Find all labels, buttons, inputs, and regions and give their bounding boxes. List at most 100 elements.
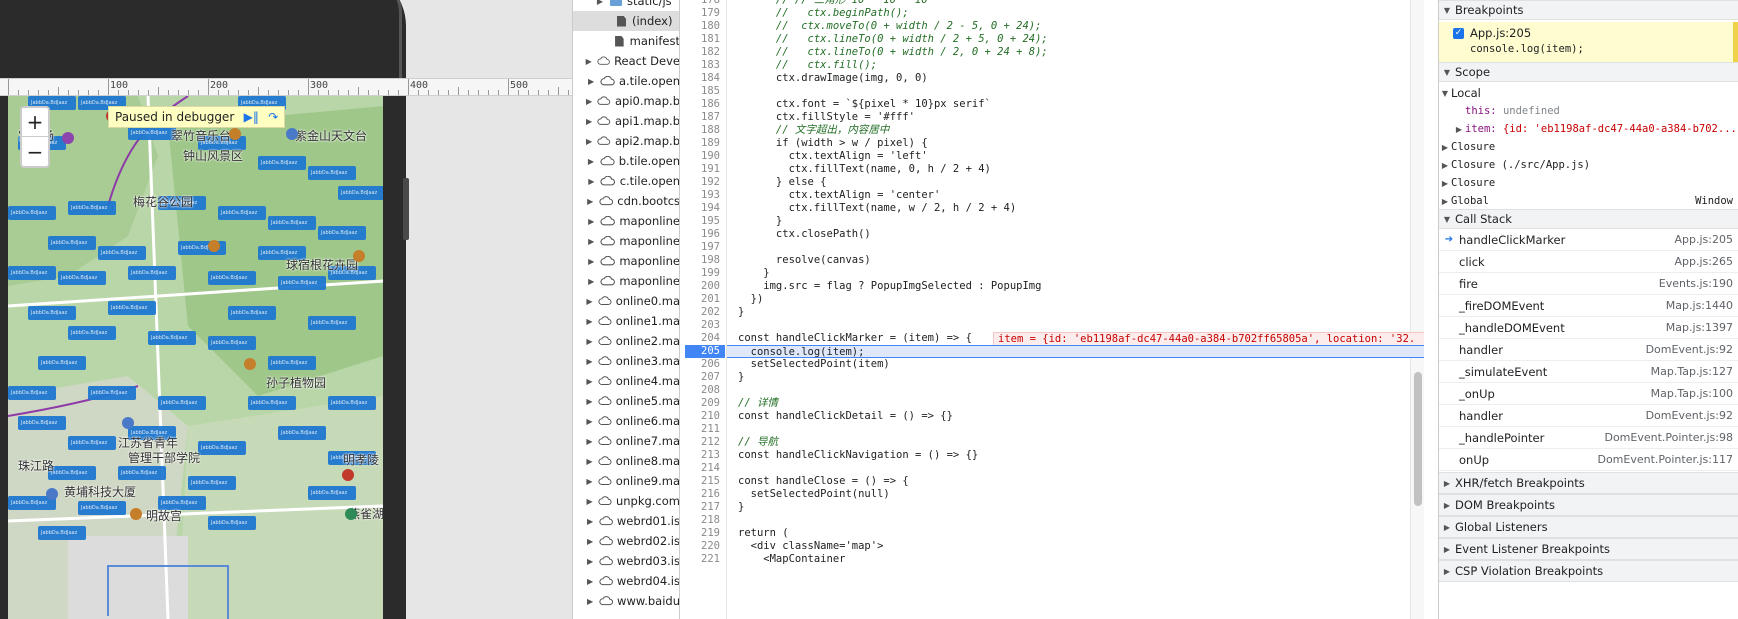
code-line[interactable]: <MapContainer — [738, 553, 845, 566]
file-tree-item[interactable]: ▶ api1.map.b — [573, 111, 679, 131]
code-line[interactable]: const handleClose = () => { — [738, 475, 909, 488]
scope-closure[interactable]: ▶ Closure — [1439, 138, 1738, 156]
code-line[interactable]: ctx.textAlign = 'center' — [738, 189, 941, 202]
frame-location[interactable]: Map.js:1397 — [1666, 321, 1738, 334]
file-tree-item[interactable]: ▶ c.tile.open — [573, 171, 679, 191]
map-marker[interactable]: JabbDa.BdJaaz — [48, 236, 96, 250]
code-line[interactable]: ctx.fillText(name, w / 2, h / 2 + 4) — [738, 202, 1017, 215]
map-marker[interactable]: JabbDa.BdJaaz — [28, 306, 76, 320]
file-tree-item[interactable]: ▶ a.tile.open — [573, 71, 679, 91]
file-tree-item[interactable]: ▶ online9.ma — [573, 471, 679, 491]
map-marker[interactable]: JabbDa.BdJaaz — [88, 386, 136, 400]
breakpoint-item[interactable]: ✓ App.js:205 console.log(item); — [1439, 22, 1738, 62]
breakpoints-section-header[interactable]: ▼ Breakpoints — [1439, 0, 1738, 20]
line-number[interactable]: 184 — [680, 72, 720, 85]
line-number[interactable]: 204 — [680, 332, 720, 345]
file-tree-item[interactable]: ▶ api0.map.b — [573, 91, 679, 111]
file-tree-item[interactable]: ▶ cdn.bootcs — [573, 191, 679, 211]
line-number[interactable]: 210 — [680, 410, 720, 423]
code-line[interactable]: ctx.font = `${pixel * 10}px serif` — [738, 98, 991, 111]
file-tree-item[interactable]: ▶ online6.ma — [573, 411, 679, 431]
frame-location[interactable]: Map.Tap.js:127 — [1651, 365, 1738, 378]
line-number[interactable]: 192 — [680, 176, 720, 189]
code-line[interactable]: } else { — [738, 176, 827, 189]
map-marker[interactable]: JabbDa.BdJaaz — [118, 466, 166, 480]
line-number[interactable]: 216 — [680, 488, 720, 501]
code-line[interactable]: ctx.fillText(name, 0, h / 2 + 4) — [738, 163, 991, 176]
file-tree-item[interactable]: ▶ online5.ma — [573, 391, 679, 411]
map-marker[interactable]: JabbDa.BdJaaz — [318, 226, 366, 240]
file-tree-item[interactable]: ▶ online0.ma — [573, 291, 679, 311]
frame-location[interactable]: App.js:205 — [1675, 233, 1738, 246]
call-stack-frame[interactable]: click App.js:265 — [1439, 251, 1738, 273]
call-stack-frame[interactable]: _fireDOMEvent Map.js:1440 — [1439, 295, 1738, 317]
file-tree-item[interactable]: ▶ online3.ma — [573, 351, 679, 371]
code-line[interactable]: } — [738, 306, 744, 319]
code-line[interactable]: ctx.closePath() — [738, 228, 871, 241]
collapsed-section-header[interactable]: ▶ Event Listener Breakpoints — [1439, 538, 1738, 560]
line-number[interactable]: 187 — [680, 111, 720, 124]
line-number[interactable]: 207 — [680, 371, 720, 384]
collapsed-section-header[interactable]: ▶ Global Listeners — [1439, 516, 1738, 538]
call-stack-frame[interactable]: ➔ handleClickMarker App.js:205 — [1439, 229, 1738, 251]
line-number[interactable]: 213 — [680, 449, 720, 462]
line-number[interactable]: 179 — [680, 7, 720, 20]
file-tree-item[interactable]: ▶ www.baidu — [573, 591, 679, 611]
map-marker[interactable]: JabbDa.BdJaaz — [228, 306, 276, 320]
active-line-number[interactable]: 205 — [685, 345, 725, 358]
line-number[interactable]: 217 — [680, 501, 720, 514]
call-stack-frame[interactable]: onUp DomEvent.Pointer.js:117 — [1439, 449, 1738, 471]
scope-closure-2[interactable]: ▶ Closure — [1439, 174, 1738, 192]
step-over-icon[interactable]: ↷ — [262, 107, 284, 127]
line-number[interactable]: 190 — [680, 150, 720, 163]
map-marker[interactable]: JabbDa.BdJaaz — [158, 396, 206, 410]
line-number[interactable]: 201 — [680, 293, 720, 306]
frame-location[interactable]: DomEvent.Pointer.js:98 — [1604, 431, 1738, 444]
call-stack-section-header[interactable]: ▼ Call Stack — [1439, 209, 1738, 229]
file-tree-item[interactable]: ▶ unpkg.com — [573, 491, 679, 511]
frame-location[interactable]: DomEvent.Pointer.js:117 — [1597, 453, 1738, 466]
map-marker[interactable]: JabbDa.BdJaaz — [308, 486, 356, 500]
file-tree-item[interactable]: ▶ online1.ma — [573, 311, 679, 331]
map-marker[interactable]: JabbDa.BdJaaz — [68, 436, 116, 450]
map-marker[interactable]: JabbDa.BdJaaz — [8, 266, 56, 280]
line-number[interactable]: 194 — [680, 202, 720, 215]
line-number[interactable]: 209 — [680, 397, 720, 410]
map-marker[interactable]: JabbDa.BdJaaz — [128, 126, 176, 140]
file-tree-item[interactable]: ▶ online2.ma — [573, 331, 679, 351]
scope-section-header[interactable]: ▼ Scope — [1439, 62, 1738, 82]
file-tree-item[interactable]: ▶ online4.ma — [573, 371, 679, 391]
editor-scrollbar[interactable] — [1410, 0, 1424, 619]
call-stack-frame[interactable]: _simulateEvent Map.Tap.js:127 — [1439, 361, 1738, 383]
line-number[interactable]: 219 — [680, 527, 720, 540]
line-number[interactable]: 178 — [680, 0, 720, 7]
map-marker[interactable]: JabbDa.BdJaaz — [338, 186, 383, 200]
code-line[interactable]: // ctx.fill(); — [738, 59, 877, 72]
code-line[interactable]: setSelectedPoint(null) — [738, 488, 890, 501]
line-number[interactable]: 206 — [680, 358, 720, 371]
file-tree-item[interactable]: ▶ webrd03.is — [573, 551, 679, 571]
map-marker[interactable]: JabbDa.BdJaaz — [208, 271, 256, 285]
line-number[interactable]: 203 — [680, 319, 720, 332]
line-number[interactable]: 193 — [680, 189, 720, 202]
zoom-in-button[interactable]: + — [22, 108, 48, 137]
code-line[interactable]: const handleClickDetail = () => {} — [738, 410, 953, 423]
map-marker[interactable]: JabbDa.BdJaaz — [108, 301, 156, 315]
code-line[interactable]: ctx.textAlign = 'left' — [738, 150, 928, 163]
line-number[interactable]: 220 — [680, 540, 720, 553]
code-line[interactable]: // ctx.beginPath(); — [738, 7, 909, 20]
line-number[interactable]: 199 — [680, 267, 720, 280]
call-stack-frame[interactable]: _handleDOMEvent Map.js:1397 — [1439, 317, 1738, 339]
map-marker[interactable]: JabbDa.BdJaaz — [58, 271, 106, 285]
breakpoint-checkbox[interactable]: ✓ — [1453, 28, 1464, 39]
line-number[interactable]: 180 — [680, 20, 720, 33]
file-tree-item[interactable]: ▶ b.tile.open — [573, 151, 679, 171]
map-marker[interactable]: JabbDa.BdJaaz — [278, 276, 326, 290]
line-number[interactable]: 218 — [680, 514, 720, 527]
code-line[interactable]: } — [738, 215, 782, 228]
code-line[interactable]: const handleClickMarker = (item) => { — [738, 332, 972, 345]
code-line[interactable]: // 导航 — [738, 436, 778, 449]
line-number[interactable]: 196 — [680, 228, 720, 241]
line-number[interactable]: 195 — [680, 215, 720, 228]
map-marker[interactable]: JabbDa.BdJaaz — [8, 206, 56, 220]
